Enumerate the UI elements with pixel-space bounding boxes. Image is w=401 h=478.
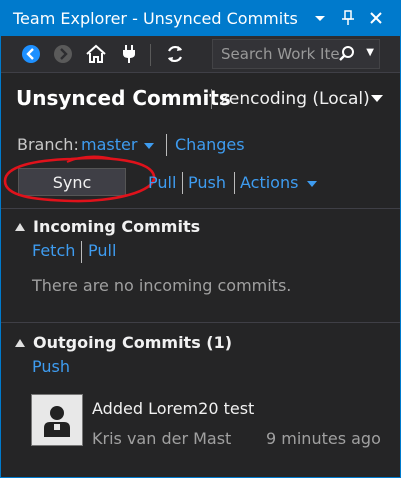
commit-message: Added Lorem20 test <box>92 399 255 418</box>
section-divider <box>1 322 400 323</box>
user-placeholder-icon <box>44 406 70 437</box>
no-incoming-message: There are no incoming commits. <box>32 276 292 295</box>
divider <box>166 134 167 156</box>
actions-menu[interactable]: Actions <box>240 173 298 192</box>
close-icon[interactable] <box>365 7 387 29</box>
back-icon[interactable] <box>19 42 43 66</box>
home-icon[interactable] <box>84 42 108 66</box>
collapse-triangle-icon[interactable] <box>15 223 25 231</box>
search-work-items-input[interactable]: Search Work Items ▼ <box>212 39 380 69</box>
divider <box>81 241 82 263</box>
commit-time: 9 minutes ago <box>266 429 381 448</box>
fetch-link[interactable]: Fetch <box>32 241 75 260</box>
actions-dropdown-icon[interactable] <box>307 181 317 187</box>
outgoing-push-link[interactable]: Push <box>32 357 70 376</box>
search-options-dropdown-icon[interactable]: ▼ <box>366 43 374 63</box>
repository-context: zencoding (Local) <box>220 89 370 109</box>
branch-label: Branch: <box>17 135 79 154</box>
branch-dropdown-icon[interactable] <box>144 143 154 149</box>
incoming-pull-link[interactable]: Pull <box>88 241 116 260</box>
commit-item[interactable]: Added Lorem20 test Kris van der Mast 9 m… <box>31 394 391 452</box>
section-divider <box>1 208 400 209</box>
window-title: Team Explorer - Unsynced Commits <box>13 9 298 28</box>
divider <box>234 172 235 194</box>
divider <box>182 172 183 194</box>
search-icon[interactable] <box>337 44 357 64</box>
page-title: Unsynced Commits <box>16 86 231 110</box>
connect-icon[interactable] <box>117 42 141 66</box>
avatar <box>31 394 83 446</box>
commit-author: Kris van der Mast <box>92 429 232 448</box>
page-menu-dropdown-icon[interactable] <box>371 95 383 102</box>
refresh-icon[interactable] <box>163 42 187 66</box>
branch-selector[interactable]: master <box>81 135 137 154</box>
outgoing-commits-title[interactable]: Outgoing Commits (1) <box>33 333 232 352</box>
chevron-down-icon[interactable] <box>309 7 331 29</box>
incoming-commits-title[interactable]: Incoming Commits <box>33 217 200 236</box>
annotation-circle <box>3 155 156 203</box>
forward-icon[interactable] <box>51 42 75 66</box>
pin-icon[interactable] <box>337 7 359 29</box>
changes-link[interactable]: Changes <box>175 135 245 154</box>
team-explorer-window: Team Explorer - Unsynced Commits Search … <box>0 0 401 478</box>
toolbar-separator <box>150 44 151 66</box>
title-bar: Team Explorer - Unsynced Commits <box>1 1 400 36</box>
collapse-triangle-icon[interactable] <box>15 339 25 347</box>
toolbar: Search Work Items ▼ <box>1 36 400 73</box>
pull-link[interactable]: Pull <box>148 173 176 192</box>
push-link[interactable]: Push <box>188 173 226 192</box>
page-title-divider <box>211 89 212 109</box>
search-placeholder: Search Work Items <box>221 45 339 63</box>
